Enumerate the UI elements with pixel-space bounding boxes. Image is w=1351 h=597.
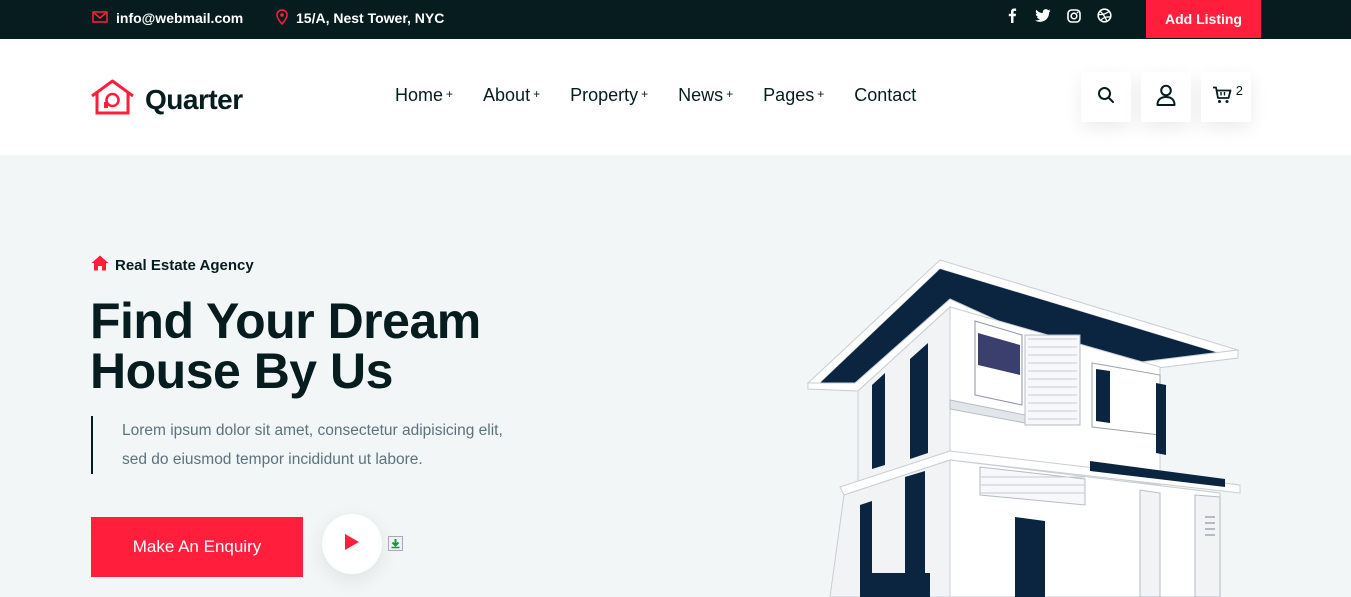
play-video-button[interactable] bbox=[322, 514, 382, 574]
nav-label: About bbox=[483, 85, 531, 105]
submenu-plus-icon: + bbox=[817, 87, 825, 101]
topbar-address[interactable]: 15/A, Nest Tower, NYC bbox=[276, 0, 444, 36]
download-icon[interactable] bbox=[388, 536, 403, 551]
main-nav: Home + About + Property + News + Pages +… bbox=[395, 85, 946, 106]
logo-text: Quarter bbox=[145, 83, 243, 115]
facebook-icon[interactable] bbox=[1003, 7, 1020, 24]
hero-description: Lorem ipsum dolor sit amet, consectetur … bbox=[91, 416, 551, 474]
nav-item-home[interactable]: Home + bbox=[395, 85, 453, 106]
submenu-plus-icon: + bbox=[446, 87, 454, 101]
nav-item-pages[interactable]: Pages + bbox=[763, 85, 824, 106]
nav-item-about[interactable]: About + bbox=[483, 85, 540, 106]
email-text: info@webmail.com bbox=[116, 10, 244, 26]
tagline-text: Real Estate Agency bbox=[115, 256, 254, 274]
cart-button[interactable]: 2 bbox=[1201, 72, 1251, 122]
main-header: Quarter Home + About + Property + News +… bbox=[0, 39, 1351, 155]
dribbble-icon[interactable] bbox=[1096, 7, 1113, 24]
make-enquiry-button[interactable]: Make An Enquiry bbox=[91, 517, 303, 577]
nav-item-news[interactable]: News + bbox=[678, 85, 733, 106]
location-pin-icon bbox=[276, 8, 288, 28]
house-illustration bbox=[800, 255, 1250, 597]
instagram-icon[interactable] bbox=[1065, 7, 1082, 24]
top-bar: info@webmail.com 15/A, Nest Tower, NYC A… bbox=[0, 0, 1351, 39]
twitter-icon[interactable] bbox=[1034, 7, 1051, 24]
hero-title-line: Find Your Dream bbox=[90, 293, 481, 349]
mail-icon bbox=[92, 10, 108, 26]
add-listing-button[interactable]: Add Listing bbox=[1146, 0, 1261, 38]
nav-label: News bbox=[678, 85, 724, 105]
description-line: sed do eiusmod tempor incididunt ut labo… bbox=[122, 451, 423, 468]
nav-label: Contact bbox=[854, 85, 917, 105]
nav-item-property[interactable]: Property + bbox=[570, 85, 648, 106]
site-logo[interactable]: Quarter bbox=[90, 79, 243, 120]
house-logo-icon bbox=[90, 79, 135, 120]
nav-label: Home bbox=[395, 85, 444, 105]
home-icon bbox=[91, 255, 109, 275]
submenu-plus-icon: + bbox=[726, 87, 734, 101]
shopping-cart-icon bbox=[1212, 86, 1232, 109]
hero-title-line: House By Us bbox=[90, 343, 393, 399]
user-icon bbox=[1156, 84, 1176, 111]
submenu-plus-icon: + bbox=[533, 87, 541, 101]
search-icon bbox=[1097, 86, 1115, 109]
nav-label: Property bbox=[570, 85, 639, 105]
search-button[interactable] bbox=[1081, 72, 1131, 122]
hero-title: Find Your Dream House By Us bbox=[90, 296, 481, 396]
social-links bbox=[1003, 7, 1113, 24]
submenu-plus-icon: + bbox=[641, 87, 649, 101]
address-text: 15/A, Nest Tower, NYC bbox=[296, 10, 445, 26]
nav-label: Pages bbox=[763, 85, 815, 105]
cart-count-badge: 2 bbox=[1235, 83, 1243, 98]
description-line: Lorem ipsum dolor sit amet, consectetur … bbox=[122, 422, 503, 439]
nav-item-contact[interactable]: Contact bbox=[854, 85, 916, 106]
topbar-email[interactable]: info@webmail.com bbox=[92, 0, 243, 36]
hero-tagline: Real Estate Agency bbox=[91, 255, 254, 275]
play-icon bbox=[344, 533, 360, 556]
account-button[interactable] bbox=[1141, 72, 1191, 122]
